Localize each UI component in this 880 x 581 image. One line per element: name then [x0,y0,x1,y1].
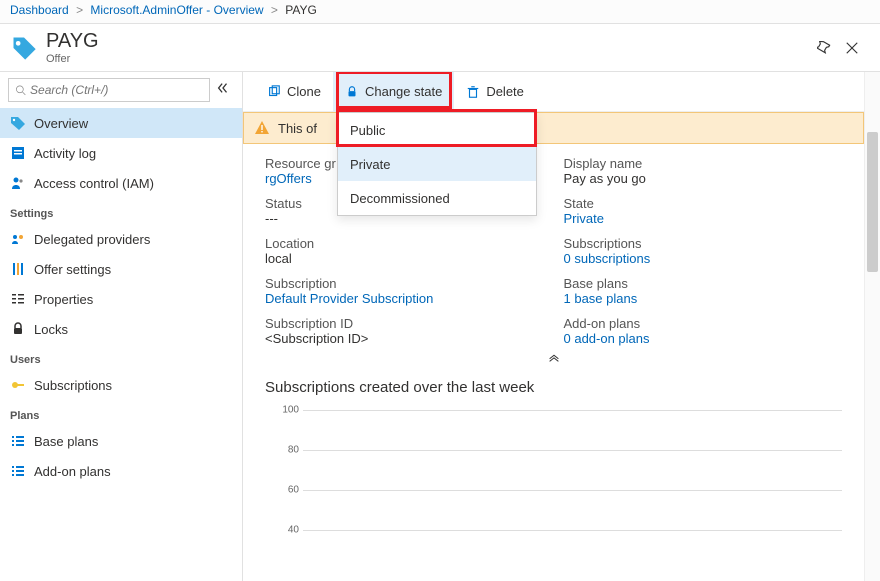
lock-icon [10,321,26,337]
collapse-details-button[interactable] [243,346,864,369]
chart-title: Subscriptions created over the last week [265,379,842,396]
subscriptions-link[interactable]: 0 subscriptions [564,251,651,266]
collapse-sidebar-button[interactable] [216,81,234,99]
field-subscription-id: Subscription ID <Subscription ID> [265,316,544,346]
change-state-button[interactable]: Change state [333,72,454,112]
page-title: PAYG [46,30,99,53]
sidebar-item-label: Properties [34,292,93,307]
base-plans-link[interactable]: 1 base plans [564,291,638,306]
sidebar-item-label: Base plans [34,434,98,449]
page-header: PAYG Offer [0,24,880,72]
sidebar-item-label: Subscriptions [34,378,112,393]
sidebar-section-settings: Settings [0,198,242,224]
sidebar-item-subscriptions[interactable]: Subscriptions [0,370,242,400]
state-link[interactable]: Private [564,211,604,226]
list-icon [10,433,26,449]
key-icon [10,377,26,393]
search-input[interactable] [8,78,210,102]
field-addon-plans: Add-on plans 0 add-on plans [564,316,843,346]
sidebar-item-label: Offer settings [34,262,111,277]
sidebar-item-base-plans[interactable]: Base plans [0,426,242,456]
clone-button[interactable]: Clone [255,72,333,112]
properties-icon [10,291,26,307]
breadcrumb: Dashboard > Microsoft.AdminOffer - Overv… [0,0,880,24]
chart-area: Subscriptions created over the last week… [243,369,864,550]
sidebar-item-delegated-providers[interactable]: Delegated providers [0,224,242,254]
offer-tag-icon [10,34,38,62]
dropdown-option-public[interactable]: Public [338,113,536,147]
field-display-name: Display name Pay as you go [564,156,843,186]
sidebar-item-label: Add-on plans [34,464,111,479]
sidebar-item-label: Access control (IAM) [34,176,154,191]
offer-settings-icon [10,261,26,277]
resource-group-link[interactable]: rgOffers [265,171,312,186]
close-button[interactable] [838,34,866,62]
list-icon [10,463,26,479]
warning-text: This of [278,121,317,136]
dropdown-option-private[interactable]: Private [338,147,536,181]
change-state-dropdown: Public Private Decommissioned [337,112,537,216]
field-state: State Private [564,196,843,226]
sidebar-item-label: Overview [34,116,88,131]
sidebar-item-label: Delegated providers [34,232,150,247]
sidebar-item-offer-settings[interactable]: Offer settings [0,254,242,284]
sidebar-item-locks[interactable]: Locks [0,314,242,344]
sidebar-item-iam[interactable]: Access control (IAM) [0,168,242,198]
field-base-plans: Base plans 1 base plans [564,276,843,306]
breadcrumb-adminoffer[interactable]: Microsoft.AdminOffer - Overview [90,3,263,17]
sidebar: Overview Activity log Access control (IA… [0,72,243,581]
search-field[interactable] [30,83,203,97]
toolbar: Clone Change state Delete [243,72,880,112]
warning-icon [254,120,270,136]
sidebar-item-overview[interactable]: Overview [0,108,242,138]
subscription-link[interactable]: Default Provider Subscription [265,291,433,306]
iam-icon [10,175,26,191]
sidebar-item-label: Locks [34,322,68,337]
field-location: Location local [265,236,544,266]
field-subscriptions-count: Subscriptions 0 subscriptions [564,236,843,266]
pin-button[interactable] [810,34,838,62]
sidebar-section-plans: Plans [0,400,242,426]
field-subscription: Subscription Default Provider Subscripti… [265,276,544,306]
sidebar-item-addon-plans[interactable]: Add-on plans [0,456,242,486]
delete-button[interactable]: Delete [454,72,536,112]
breadcrumb-current: PAYG [285,3,317,17]
sidebar-section-users: Users [0,344,242,370]
sidebar-item-properties[interactable]: Properties [0,284,242,314]
sidebar-item-label: Activity log [34,146,96,161]
main-panel: Clone Change state Delete This of Public… [243,72,880,581]
subscriptions-chart: 406080100 [275,410,842,540]
breadcrumb-dashboard[interactable]: Dashboard [10,3,69,17]
activity-log-icon [10,145,26,161]
sidebar-item-activity-log[interactable]: Activity log [0,138,242,168]
scrollbar[interactable] [864,72,880,581]
dropdown-option-decommissioned[interactable]: Decommissioned [338,181,536,215]
page-subtitle: Offer [46,53,99,65]
delegated-providers-icon [10,231,26,247]
offer-icon [10,115,26,131]
addon-plans-link[interactable]: 0 add-on plans [564,331,650,346]
